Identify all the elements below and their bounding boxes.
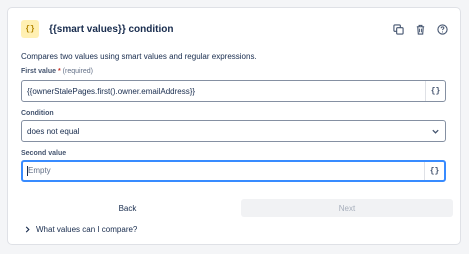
condition-selected-value: does not equal — [27, 126, 80, 136]
card-header: {} {{smart values}} condition — [21, 19, 448, 39]
compare-values-expander[interactable]: What values can I compare? — [24, 225, 137, 234]
card-description: Compares two values using smart values a… — [21, 52, 257, 61]
smart-value-picker-button[interactable]: {} — [424, 162, 444, 180]
required-hint: (required) — [62, 68, 94, 75]
condition-card: {} {{smart values}} condition Compares t… — [7, 7, 461, 245]
back-button[interactable]: Back — [21, 199, 234, 217]
chevron-right-icon — [25, 226, 30, 233]
first-value-label-text: First value — [21, 68, 57, 75]
next-button[interactable]: Next — [241, 199, 453, 217]
smart-value-picker-button[interactable]: {} — [425, 81, 445, 101]
second-value-field[interactable]: Empty {} — [21, 160, 446, 182]
first-value-label: First value * (required) — [21, 68, 93, 75]
trash-icon[interactable] — [414, 23, 426, 35]
first-value-field[interactable]: {{ownerStalePages.first().owner.emailAdd… — [21, 80, 446, 102]
required-mark: * — [57, 68, 61, 75]
header-actions — [392, 23, 448, 35]
chevron-down-icon[interactable] — [425, 127, 445, 136]
first-value-input[interactable]: {{ownerStalePages.first().owner.emailAdd… — [22, 87, 425, 96]
help-icon[interactable] — [436, 23, 448, 35]
second-value-input[interactable]: Empty — [23, 166, 424, 176]
second-value-label: Second value — [21, 150, 67, 157]
duplicate-icon[interactable] — [392, 23, 404, 35]
card-title: {{smart values}} condition — [49, 23, 174, 35]
second-value-placeholder: Empty — [28, 166, 51, 176]
expander-label: What values can I compare? — [36, 225, 138, 234]
condition-select[interactable]: does not equal — [21, 120, 446, 142]
smart-value-badge-icon: {} — [21, 20, 39, 38]
condition-label: Condition — [21, 110, 54, 117]
